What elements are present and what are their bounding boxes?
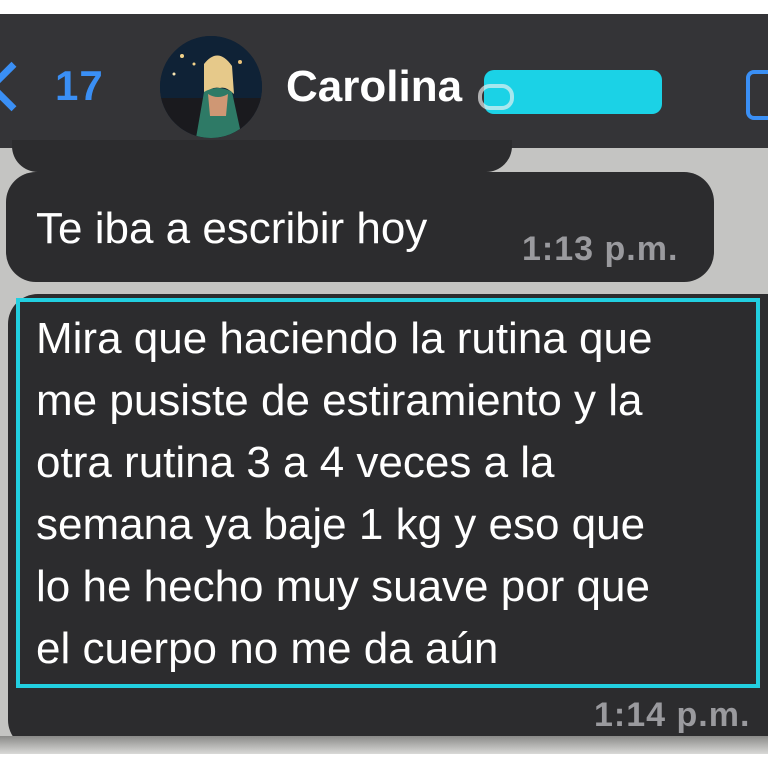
- message-text: Mira que haciendo la rutina que me pusis…: [36, 314, 653, 673]
- redaction-mark: [478, 70, 662, 114]
- chat-header: 17 Carolina: [0, 14, 768, 148]
- message-time: 1:14 p.m.: [594, 696, 751, 734]
- chevron-left-icon: [0, 61, 37, 111]
- avatar-photo: [160, 36, 262, 138]
- contact-name[interactable]: Carolina: [286, 62, 462, 112]
- message-bubble[interactable]: Mira que haciendo la rutina que me pusis…: [8, 294, 768, 750]
- unread-count: 17: [55, 62, 104, 109]
- back-button[interactable]: 17: [0, 56, 104, 116]
- chat-screen: 17 Carolina Te iba a escribir hoy 1:13 p…: [0, 14, 768, 754]
- video-call-icon[interactable]: [746, 70, 768, 120]
- message-text: Te iba a escribir hoy: [36, 204, 428, 253]
- avatar[interactable]: [160, 36, 262, 138]
- background-strip: [0, 736, 768, 754]
- previous-message-bubble: [12, 140, 512, 172]
- message-bubble[interactable]: Te iba a escribir hoy 1:13 p.m.: [6, 172, 714, 282]
- message-time: 1:13 p.m.: [522, 230, 679, 268]
